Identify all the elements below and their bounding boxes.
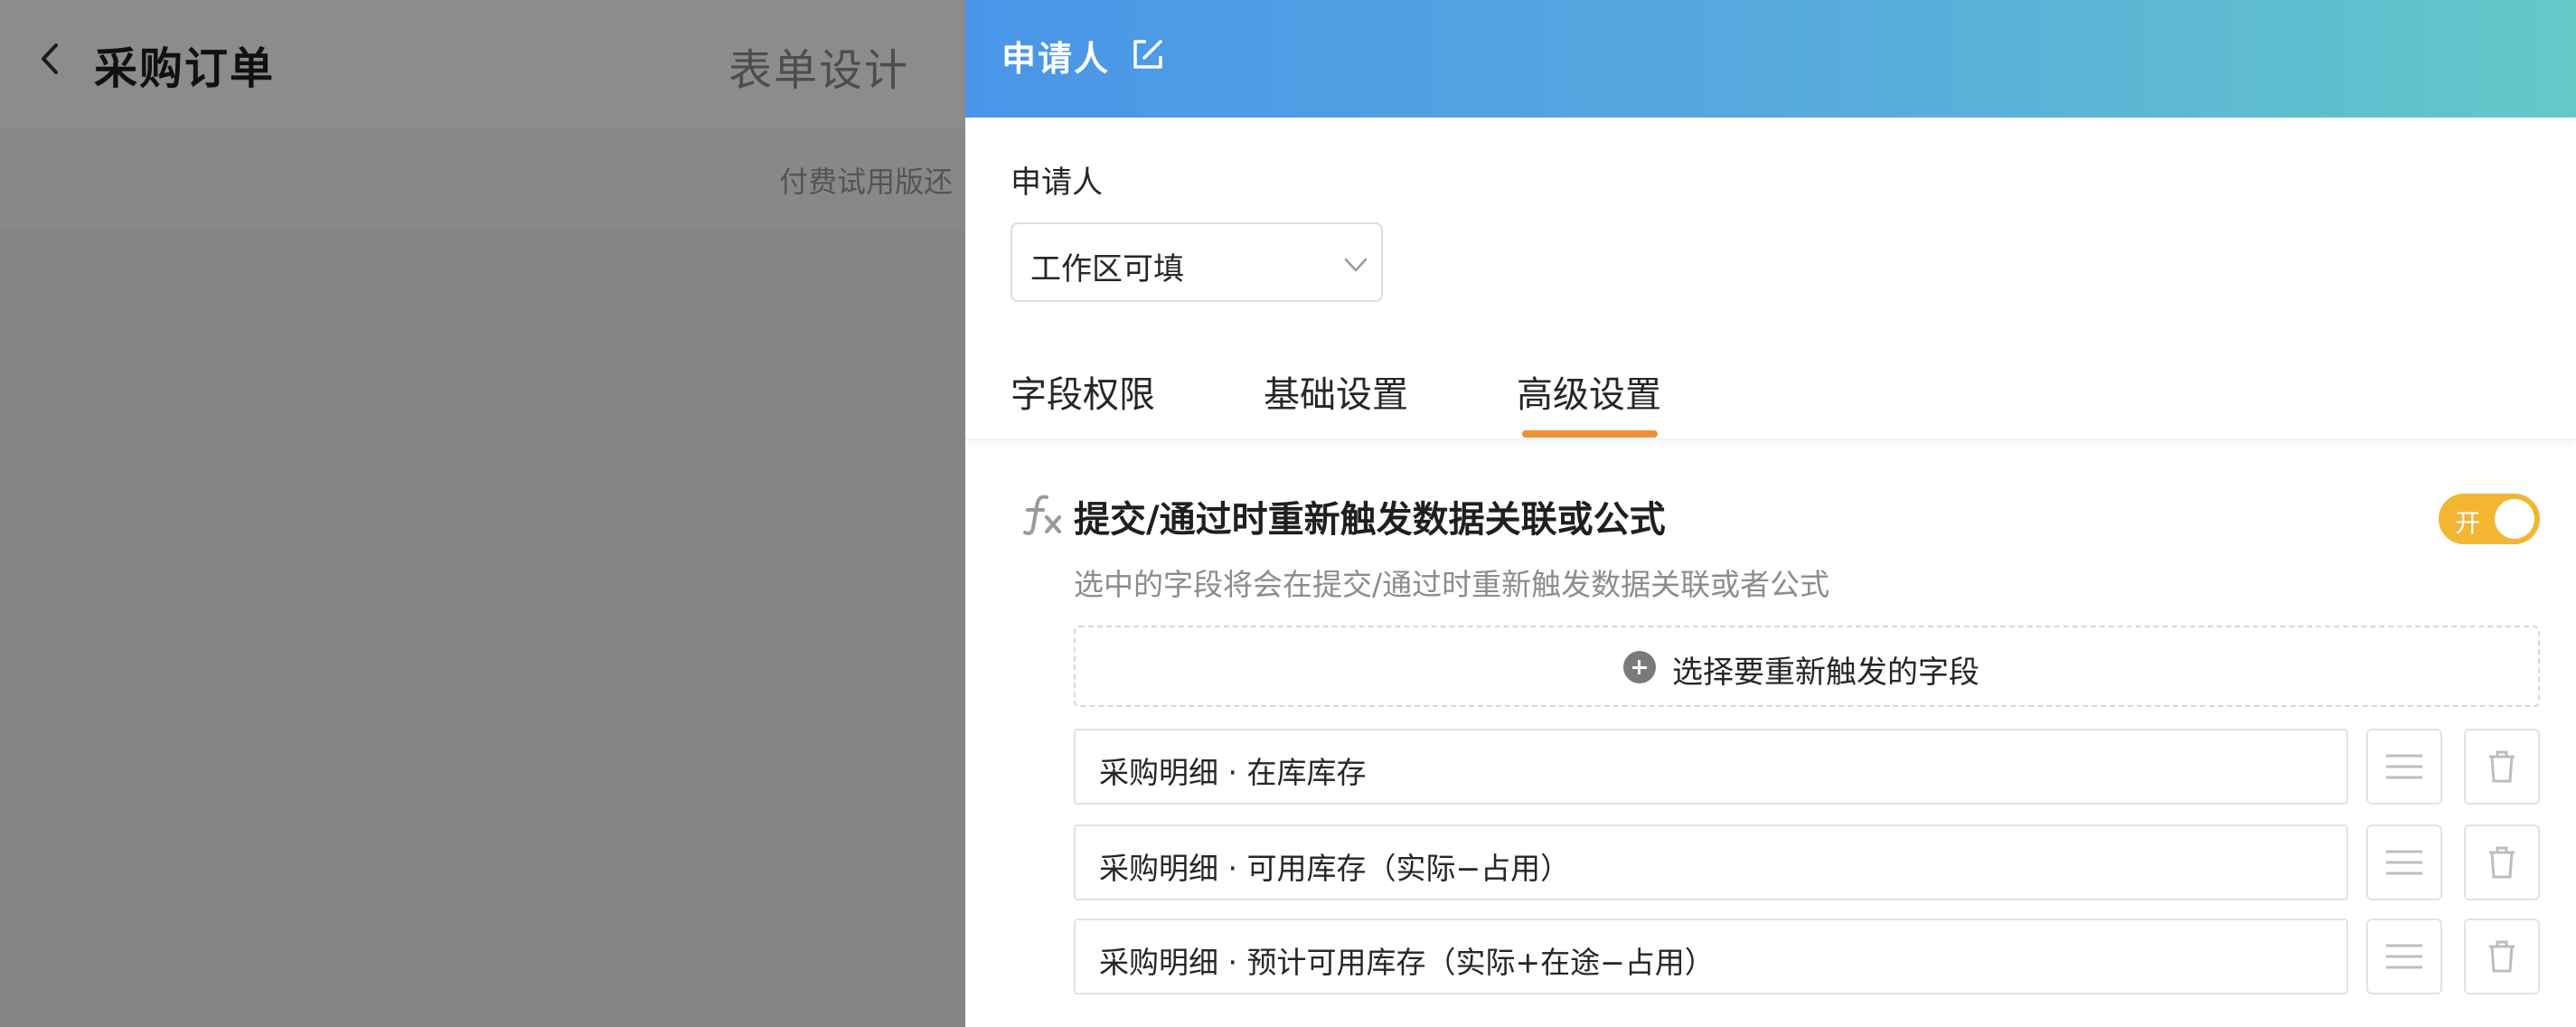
field-row: 采购明细 · 在库库存 [1074, 729, 2540, 805]
field-row-label: 采购明细 · 在库库存 [1099, 755, 1367, 790]
node-settings-drawer: 申请人 申请人 工作区可填 字段权限 基础设置 高级设置 提交/通过时重新触发数… [965, 0, 2576, 1027]
fx-icon [1023, 495, 1061, 535]
field-row-label: 采购明细 · 可用库存（实际−占用） [1099, 851, 1571, 886]
trash-icon [2489, 846, 2515, 879]
drawer-title: 申请人 [1001, 39, 1111, 79]
permission-select[interactable]: 工作区可填 [1011, 222, 1383, 302]
chevron-down-icon [1344, 258, 1368, 272]
delete-field-button[interactable] [2464, 919, 2540, 994]
field-row-box: 采购明细 · 在库库存 [1074, 729, 2348, 805]
drag-handle-icon [2386, 944, 2422, 969]
active-tab-indicator [1522, 430, 1658, 438]
field-row-box: 采购明细 · 预计可用库存（实际+在途−占用） [1074, 919, 2348, 994]
retrigger-toggle[interactable]: 开 [2439, 494, 2540, 544]
field-row: 采购明细 · 预计可用库存（实际+在途−占用） [1074, 919, 2540, 994]
tab-basic-settings[interactable]: 基础设置 [1264, 365, 1408, 418]
toggle-knob [2495, 499, 2534, 539]
edit-icon[interactable] [1128, 34, 1168, 74]
tab-field-permissions[interactable]: 字段权限 [1011, 365, 1155, 418]
drawer-header: 申请人 [965, 0, 2576, 118]
drag-handle-button[interactable] [2366, 824, 2442, 900]
drag-handle-button[interactable] [2366, 919, 2442, 994]
drag-handle-icon [2386, 754, 2422, 779]
retrigger-section-title: 提交/通过时重新触发数据关联或公式 [1074, 499, 1666, 541]
retrigger-section-description: 选中的字段将会在提交/通过时重新触发数据关联或者公式 [1074, 567, 1830, 602]
delete-field-button[interactable] [2464, 729, 2540, 805]
plus-circle-icon [1623, 651, 1656, 683]
trash-icon [2489, 750, 2515, 783]
approver-field-label: 申请人 [1011, 165, 1103, 201]
drag-handle-button[interactable] [2366, 729, 2442, 805]
drag-handle-icon [2386, 850, 2422, 875]
tab-advanced-settings[interactable]: 高级设置 [1517, 365, 1661, 418]
select-fields-button[interactable]: 选择要重新触发的字段 [1074, 626, 2540, 707]
permission-select-value: 工作区可填 [1030, 251, 1184, 287]
delete-field-button[interactable] [2464, 824, 2540, 900]
field-row-label: 采购明细 · 预计可用库存（实际+在途−占用） [1099, 945, 1715, 980]
settings-tabs: 字段权限 基础设置 高级设置 [965, 353, 2576, 439]
field-row: 采购明细 · 可用库存（实际−占用） [1074, 824, 2540, 900]
trash-icon [2489, 940, 2515, 973]
field-row-box: 采购明细 · 可用库存（实际−占用） [1074, 824, 2348, 900]
select-fields-label: 选择要重新触发的字段 [1672, 655, 1979, 691]
toggle-label: 开 [2455, 508, 2481, 538]
